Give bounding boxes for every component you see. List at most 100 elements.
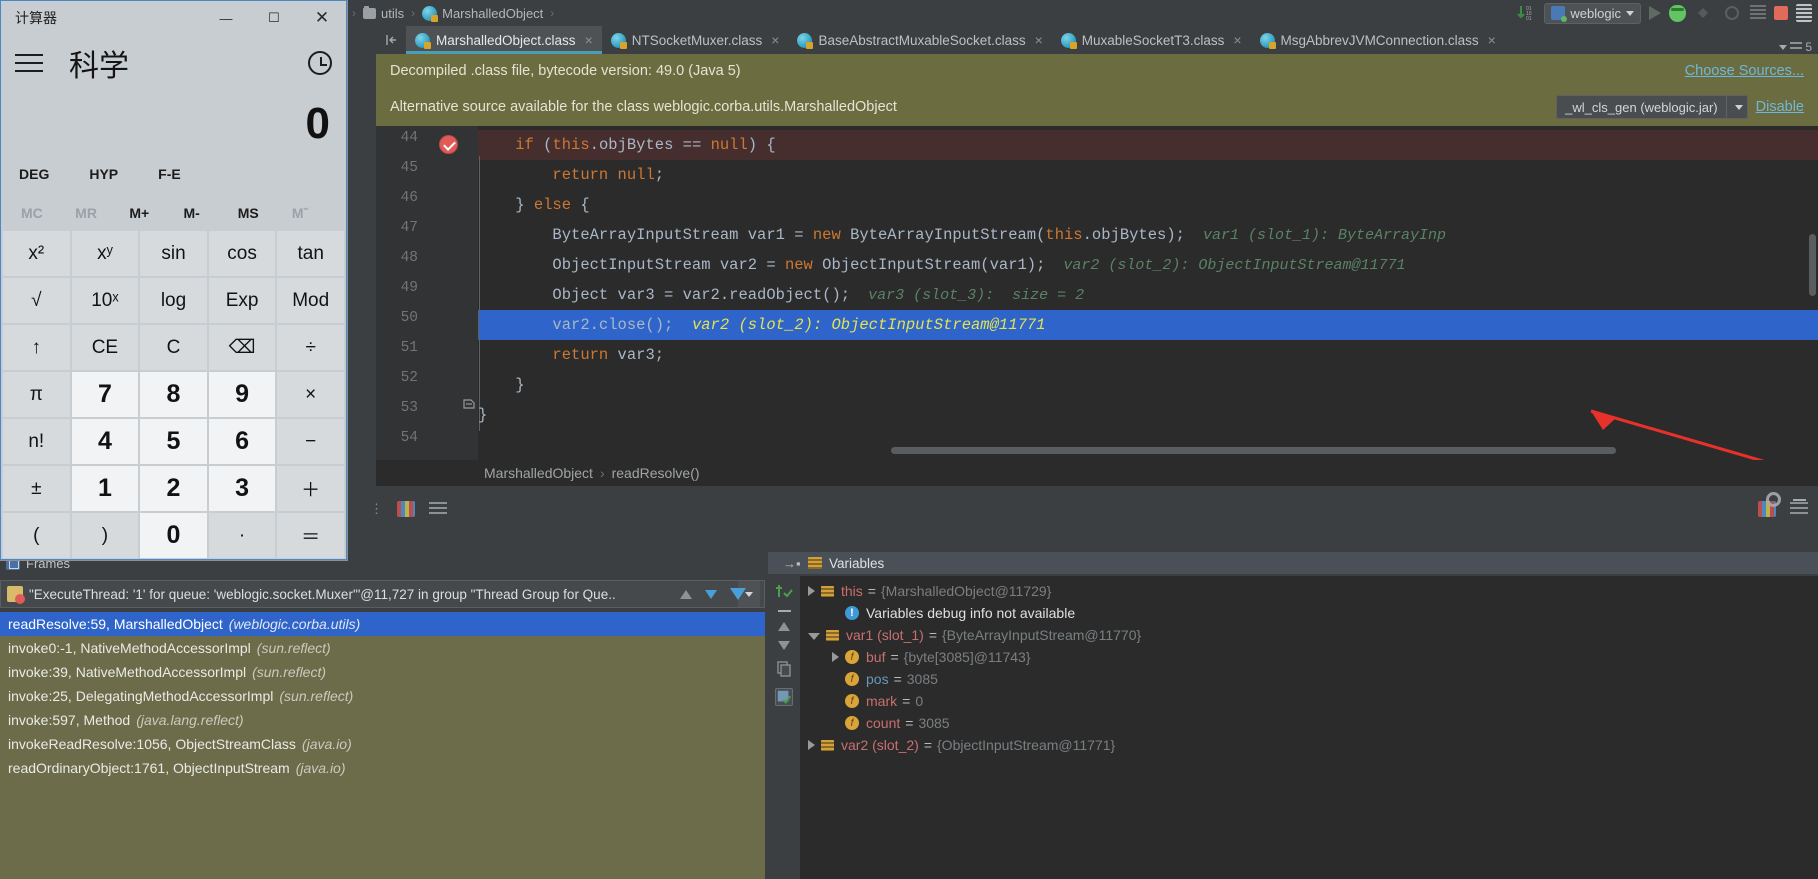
memory-button-m[interactable]: M+ xyxy=(129,205,183,221)
stop-icon[interactable] xyxy=(1774,6,1788,20)
layout-icon[interactable] xyxy=(1796,4,1812,22)
calc-key-√[interactable]: √ xyxy=(3,278,70,323)
calc-key-2[interactable]: 2 xyxy=(140,466,207,511)
threads-view-icon[interactable] xyxy=(429,502,447,516)
tab-MsgAbbrevJVMConnection[interactable]: MsgAbbrevJVMConnection.class × xyxy=(1251,26,1505,54)
calculator-window[interactable]: 计算器 — ☐ ✕ 科学 0 DEG HYP F-E MC MR M+ M- MS Mˇ … xyxy=(0,0,347,560)
close-icon[interactable]: × xyxy=(1488,32,1496,48)
frame-row[interactable]: invoke:597, Method (java.lang.reflect) xyxy=(0,708,765,732)
add-watch-icon[interactable] xyxy=(775,582,793,600)
frame-up-icon[interactable] xyxy=(680,589,692,599)
minimize-button[interactable]: — xyxy=(202,1,250,35)
calc-key-10ˣ[interactable]: 10ˣ xyxy=(71,278,139,323)
run-configuration-selector[interactable]: weblogic xyxy=(1544,2,1641,24)
calc-key-Mod[interactable]: Mod xyxy=(277,278,344,323)
tab-MuxableSocketT3[interactable]: MuxableSocketT3.class × xyxy=(1052,26,1251,54)
calc-key-CE[interactable]: CE xyxy=(71,325,139,370)
calc-key-n![interactable]: n! xyxy=(3,419,70,464)
move-down-icon[interactable] xyxy=(778,641,790,650)
breadcrumb-item-class[interactable]: MarshalledObject xyxy=(420,5,545,22)
variable-row[interactable]: this = {MarshalledObject@11729} xyxy=(800,580,1818,602)
console-icon[interactable] xyxy=(397,501,415,517)
frame-row[interactable]: readResolve:59, MarshalledObject (weblogi… xyxy=(0,612,765,636)
close-icon[interactable]: × xyxy=(585,32,593,48)
calc-key-−[interactable]: − xyxy=(277,419,344,464)
attach-icon[interactable] xyxy=(1750,5,1766,21)
code-line[interactable]: } xyxy=(478,370,524,400)
frame-row[interactable]: invoke:25, DelegatingMethodAccessorImpl (… xyxy=(0,684,765,708)
fe-toggle[interactable]: F-E xyxy=(158,166,181,182)
calc-key-tan[interactable]: tan xyxy=(277,231,344,276)
code-line[interactable]: return var3; xyxy=(478,340,664,370)
calculator-keypad[interactable]: x² xʸ sin cos tan √ 10ˣ log Exp Mod ↑ CE C ⌫ ÷ π 7 8 9 × n! 4… xyxy=(1,231,346,560)
calc-key-9[interactable]: 9 xyxy=(208,372,276,417)
tab-overflow-button[interactable]: 5 xyxy=(1779,40,1818,54)
disable-link[interactable]: Disable xyxy=(1756,99,1804,115)
profiler-icon[interactable] xyxy=(1722,3,1742,23)
close-button[interactable]: ✕ xyxy=(298,1,346,35)
expand-triangle-icon[interactable] xyxy=(808,586,815,596)
frames-list[interactable]: readResolve:59, MarshalledObject (weblogi… xyxy=(0,612,765,879)
choose-sources-link[interactable]: Choose Sources... xyxy=(1685,63,1804,79)
thread-selector[interactable]: "ExecuteThread: '1' for queue: 'weblogic… xyxy=(0,580,765,608)
calc-key-sin[interactable]: sin xyxy=(140,231,207,276)
breadcrumb-class[interactable]: MarshalledObject xyxy=(484,465,593,481)
close-icon[interactable]: × xyxy=(1233,32,1241,48)
breadcrumb-method[interactable]: readResolve() xyxy=(612,465,700,481)
breakpoint-icon[interactable] xyxy=(439,135,458,154)
code-line[interactable]: var2.close(); var2 (slot_2): ObjectInput… xyxy=(478,310,1045,340)
calc-key-cos[interactable]: cos xyxy=(208,231,276,276)
deg-toggle[interactable]: DEG xyxy=(19,166,49,182)
run-coverage-icon[interactable] xyxy=(1694,3,1714,23)
variable-row[interactable]: var1 (slot_1) = {ByteArrayInputStream@1177… xyxy=(800,624,1818,646)
code-line[interactable]: if (this.objBytes == null) { xyxy=(478,130,775,160)
expand-triangle-icon[interactable] xyxy=(808,633,820,640)
frame-down-icon[interactable] xyxy=(705,589,717,599)
binary-view-icon[interactable]: 01 10 01 xyxy=(1516,3,1536,23)
expand-triangle-icon[interactable] xyxy=(808,740,815,750)
calc-key-⌫[interactable]: ⌫ xyxy=(208,325,276,370)
calc-key-C[interactable]: C xyxy=(140,325,207,370)
copy-icon[interactable] xyxy=(775,660,793,678)
calc-key-6[interactable]: 6 xyxy=(208,419,276,464)
move-up-icon[interactable] xyxy=(778,622,790,631)
calc-key-log[interactable]: log xyxy=(140,278,207,323)
calc-key-([interactable]: ( xyxy=(3,513,70,558)
variable-row[interactable]: f count = 3085 xyxy=(800,712,1818,734)
calc-key-÷[interactable]: ÷ xyxy=(277,325,344,370)
calc-key-π[interactable]: π xyxy=(3,372,70,417)
breadcrumb-item-utils[interactable]: utils xyxy=(361,5,406,21)
code-line[interactable]: return null; xyxy=(478,160,664,190)
remove-watch-icon[interactable] xyxy=(777,610,791,612)
calc-key-1[interactable]: 1 xyxy=(71,466,139,511)
code-editor[interactable]: 44 45 46 47 48 49 50 51 52 53 54 if (this.objBytes… xyxy=(376,126,1818,460)
variables-list[interactable]: this = {MarshalledObject@11729}! Variables … xyxy=(800,576,1818,879)
calc-key-7[interactable]: 7 xyxy=(71,372,139,417)
tab-NTSocketMuxer[interactable]: NTSocketMuxer.class × xyxy=(602,26,789,54)
expand-triangle-icon[interactable] xyxy=(832,652,839,662)
code-line[interactable]: } xyxy=(478,400,487,430)
frame-row[interactable]: invoke0:-1, NativeMethodAccessorImpl (sun… xyxy=(0,636,765,660)
calc-key-xʸ[interactable]: xʸ xyxy=(71,231,139,276)
debug-icon[interactable] xyxy=(1669,4,1686,22)
history-icon[interactable] xyxy=(308,51,332,75)
variable-row[interactable]: ! Variables debug info not available xyxy=(800,602,1818,624)
calc-key-Exp[interactable]: Exp xyxy=(208,278,276,323)
calc-key-↑[interactable]: ↑ xyxy=(3,325,70,370)
variable-row[interactable]: var2 (slot_2) = {ObjectInputStream@11771} xyxy=(800,734,1818,756)
minimize-icon[interactable] xyxy=(1793,498,1806,501)
menu-icon[interactable] xyxy=(15,54,43,72)
editor-horizontal-scrollbar[interactable] xyxy=(891,447,1616,454)
pin-tab-icon[interactable]: →▪ xyxy=(783,556,801,571)
tab-scroll-left-icon[interactable] xyxy=(376,26,406,54)
close-icon[interactable]: × xyxy=(771,32,779,48)
run-icon[interactable] xyxy=(1649,6,1661,20)
frame-row[interactable]: invoke:39, NativeMethodAccessorImpl (sun.… xyxy=(0,660,765,684)
evaluate-expression-icon[interactable] xyxy=(775,688,793,706)
calc-key-8[interactable]: 8 xyxy=(140,372,207,417)
tab-MarshalledObject[interactable]: MarshalledObject.class × xyxy=(406,26,602,54)
calc-key-3[interactable]: 3 xyxy=(208,466,276,511)
code-line[interactable]: ByteArrayInputStream var1 = new ByteArra… xyxy=(478,220,1446,250)
code-line[interactable]: ObjectInputStream var2 = new ObjectInput… xyxy=(478,250,1405,280)
calc-key-x²[interactable]: x² xyxy=(3,231,70,276)
